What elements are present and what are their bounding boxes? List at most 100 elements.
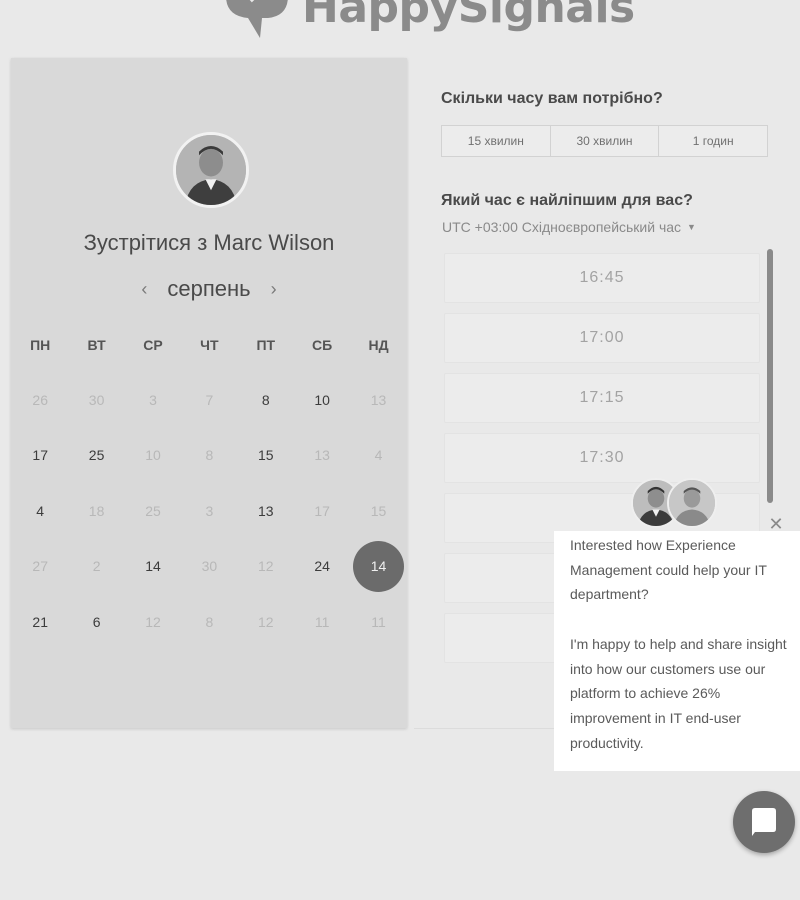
calendar-day: 3 [125,372,181,428]
calendar-day: 30 [181,539,237,595]
calendar-day: 18 [68,483,124,539]
calendar-day[interactable]: 10 [294,372,350,428]
calendar-day: 30 [68,372,124,428]
calendar-day-label: 15 [257,447,274,464]
calendar-day: 11 [294,594,350,650]
calendar-day: 3 [181,483,237,539]
weekday-label: НД [368,337,389,353]
calendar-day[interactable]: 14 [125,539,181,595]
calendar-day-label: 12 [145,613,161,630]
calendar-day: 13 [294,428,350,484]
calendar-day-label: 4 [36,502,45,519]
time-slot[interactable]: 17:00 [444,313,760,363]
calendar-day: 2 [68,539,124,595]
meeting-title: Зустрітися з Marc Wilson [83,230,335,255]
time-slot[interactable]: 16:45 [444,253,760,303]
calendar-day-label: 13 [314,447,330,464]
calendar-day-label: 2 [92,558,101,575]
calendar-day-label: 24 [314,558,330,575]
weekday-label: ПТ [256,337,276,353]
calendar-day: 13 [350,372,406,428]
calendar-day-label: 8 [261,391,270,408]
calendar-day-label: 14 [353,540,405,592]
timezone-select[interactable]: UTC +03:00 Східноєвропейський час ▼ [442,219,696,235]
chat-message-1: Interested how Experience Management cou… [570,537,767,603]
calendar-day-label: 27 [32,558,48,575]
calendar-day: 12 [238,539,294,595]
happysignals-logo: HappySignals [218,0,635,40]
calendar-day-label: 8 [205,613,214,630]
calendar-day: 11 [350,594,406,650]
duration-selector: 15 хвилин 30 хвилин 1 годин [441,125,768,157]
duration-option-60[interactable]: 1 годин [659,126,767,156]
calendar-day-label: 3 [149,391,157,408]
close-icon[interactable]: ✕ [767,514,785,534]
duration-option-30[interactable]: 30 хвилин [551,126,660,156]
calendar-day-label: 18 [88,502,105,519]
calendar-day: 12 [125,594,181,650]
weekday-label: СР [143,337,163,353]
calendar-day: 7 [181,372,237,428]
calendar-day-selected[interactable]: 14 [350,539,406,595]
logo-text: HappySignals [302,0,635,33]
calendar-day-label: 17 [314,502,330,519]
chevron-left-icon[interactable]: ‹ [137,279,151,300]
calendar-day-label: 10 [145,447,161,464]
calendar-day: 12 [238,594,294,650]
timezone-label: UTC +03:00 Східноєвропейський час [442,219,682,235]
calendar-day-label: 8 [205,447,214,464]
time-slot-scrollbar[interactable] [767,249,773,503]
calendar-day[interactable]: 8 [238,372,294,428]
time-question: Який час є найліпшим для вас? [441,192,693,209]
weekday-label: СБ [312,337,333,353]
calendar-day[interactable]: 6 [68,594,124,650]
calendar-day-label: 12 [257,558,274,575]
calendar-day-label: 25 [88,447,105,464]
time-slot[interactable]: 17:30 [444,433,760,483]
duration-option-15[interactable]: 15 хвилин [442,126,551,156]
calendar-day[interactable]: 24 [294,539,350,595]
calendar-day-label: 14 [145,558,161,575]
calendar-day-label: 30 [201,558,218,575]
weekday-label: ПН [30,337,51,353]
chevron-right-icon[interactable]: › [267,279,281,300]
calendar-day[interactable]: 13 [238,483,294,539]
calendar-day-label: 4 [374,447,383,464]
calendar-day-label: 15 [370,502,387,519]
time-slot[interactable]: 17:15 [444,373,760,423]
calendar-day: 4 [350,428,406,484]
calendar-day[interactable]: 15 [238,428,294,484]
calendar-day: 26 [12,372,68,428]
calendar-day[interactable]: 17 [12,428,68,484]
calendar-day-label: 13 [257,502,274,519]
weekday-header: ПН ВТ СР ЧТ ПТ СБ НД [12,337,406,353]
calendar-day-label: 10 [314,391,330,408]
calendar-day: 17 [294,483,350,539]
calendar-day: 27 [12,539,68,595]
chat-agent-avatars [631,478,717,530]
calendar-day[interactable]: 4 [12,483,68,539]
calendar-day-label: 11 [314,613,330,630]
calendar-day: 8 [181,428,237,484]
calendar-day-label: 13 [370,391,387,408]
calendar-day[interactable]: 25 [68,428,124,484]
speech-bubble-logo-icon [218,0,296,40]
calendar-day: 25 [125,483,181,539]
chat-message-bubble: Interested how Experience Management cou… [554,531,800,771]
calendar-day: 8 [181,594,237,650]
calendar-day-label: 3 [205,502,214,519]
month-navigation: ‹ серпень › [11,276,407,302]
calendar-day-label: 30 [88,391,105,408]
caret-down-icon: ▼ [687,222,696,232]
weekday-label: ЧТ [200,337,219,353]
month-label: серпень [167,276,251,301]
chat-launcher-button[interactable] [733,791,795,853]
chat-message-2: I'm happy to help and share insight into… [570,635,787,751]
calendar-day[interactable]: 21 [12,594,68,650]
chat-icon [752,808,776,836]
duration-question: Скільки часу вам потрібно? [441,90,663,107]
calendar-day-label: 12 [257,613,274,630]
calendar-day-label: 11 [371,613,386,630]
calendar-day-label: 21 [32,613,48,630]
calendar-day-label: 6 [92,613,101,630]
